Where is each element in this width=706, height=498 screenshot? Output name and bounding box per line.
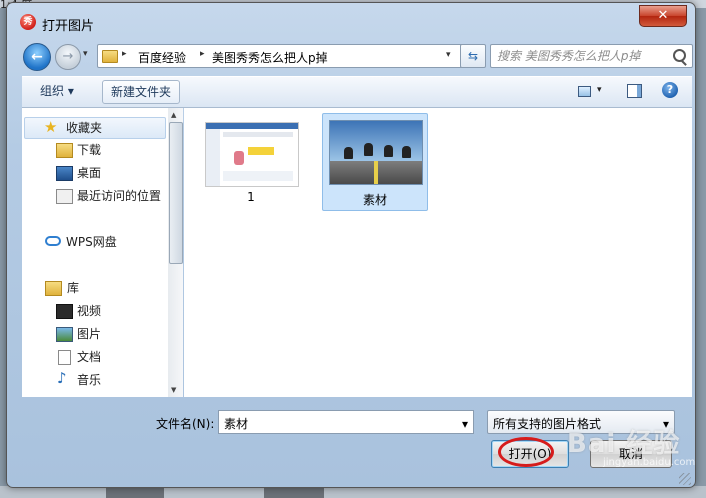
file-name: 素材: [362, 193, 387, 207]
search-box[interactable]: [490, 44, 693, 68]
folder-icon: [102, 50, 118, 63]
filename-dropdown-icon[interactable]: ▾: [462, 417, 468, 431]
sidebar-item-recent-places[interactable]: 最近访问的位置: [22, 185, 168, 207]
documents-icon: [58, 350, 71, 365]
sidebar-item-label: 桌面: [77, 166, 102, 180]
file-item-1[interactable]: 1: [199, 116, 303, 212]
sidebar-item-label: 最近访问的位置: [77, 189, 162, 203]
sidebar-item-music[interactable]: ♪ 音乐: [22, 369, 168, 391]
cloud-icon: [45, 236, 61, 246]
baidu-watermark-url: jingyan.baidu.com: [603, 457, 696, 468]
sidebar-item-label: WPS网盘: [66, 235, 117, 249]
sidebar-item-favorites[interactable]: ★ 收藏夹: [24, 117, 166, 139]
sidebar-item-pictures[interactable]: 图片: [22, 323, 168, 345]
star-icon: ★: [44, 118, 58, 136]
dialog-title: 打开图片: [42, 19, 95, 34]
video-icon: [56, 304, 73, 319]
command-toolbar: 组织 ▾ 新建文件夹 ▾ ?: [22, 76, 692, 108]
recent-places-icon: [56, 189, 73, 204]
address-dropdown-icon[interactable]: ▾: [446, 50, 451, 60]
open-image-dialog: 秀 打开图片 ✕ ← → ▾ ▸ 百度经验 ▸ 美图秀秀怎么把人p掉 ▾ ⇆ 组…: [6, 2, 696, 488]
sidebar-item-desktop[interactable]: 桌面: [22, 162, 168, 184]
sidebar-item-label: 音乐: [77, 373, 102, 387]
view-options-icon[interactable]: [578, 86, 591, 97]
library-icon: [45, 281, 62, 296]
file-item-sucai[interactable]: 素材: [322, 113, 428, 211]
scroll-up-icon[interactable]: ▲: [171, 111, 176, 119]
sidebar-item-libraries[interactable]: 库: [22, 277, 168, 299]
pictures-icon: [56, 327, 73, 342]
preview-pane-icon[interactable]: [627, 84, 642, 98]
file-list: 1 素材: [184, 108, 692, 397]
desktop-icon: [56, 166, 73, 181]
highlight-annotation: [498, 437, 554, 467]
baidu-watermark: Bai 经验: [567, 429, 681, 459]
breadcrumb-item[interactable]: 美图秀秀怎么把人p掉: [212, 49, 328, 66]
sidebar-item-videos[interactable]: 视频: [22, 300, 168, 322]
breadcrumb-separator[interactable]: ▸: [122, 49, 127, 59]
sidebar-item-label: 收藏夹: [66, 121, 103, 135]
breadcrumb-item[interactable]: 百度经验: [138, 49, 186, 66]
breadcrumb-separator[interactable]: ▸: [200, 49, 205, 59]
background-thumbnail: [106, 488, 164, 498]
sidebar-item-wps-cloud[interactable]: WPS网盘: [22, 231, 168, 253]
sidebar-item-label: 库: [67, 281, 80, 295]
back-button[interactable]: ←: [23, 43, 51, 71]
music-icon: ♪: [57, 369, 67, 387]
filename-label: 文件名(N):: [156, 417, 215, 431]
address-bar[interactable]: ▸ 百度经验 ▸ 美图秀秀怎么把人p掉 ▾: [97, 44, 463, 68]
scrollbar-thumb[interactable]: [169, 122, 183, 264]
sidebar-item-label: 下载: [77, 143, 102, 157]
navigation-scrollbar[interactable]: ▲ ▼: [168, 108, 183, 397]
refresh-button[interactable]: ⇆: [460, 44, 486, 68]
help-icon[interactable]: ?: [662, 82, 678, 98]
forward-button[interactable]: →: [55, 44, 81, 70]
sidebar-item-label: 图片: [77, 327, 102, 341]
scroll-down-icon[interactable]: ▼: [171, 386, 176, 394]
organize-button[interactable]: 组织 ▾: [32, 80, 82, 102]
sidebar-item-documents[interactable]: 文档: [22, 346, 168, 368]
sidebar-item-downloads[interactable]: 下载: [22, 139, 168, 161]
navigation-pane: ★ 收藏夹 下载 桌面 最近访问的位置 WPS网盘 库 视频 图片 文档 ♪ 音…: [22, 108, 169, 397]
filename-value[interactable]: 素材: [224, 415, 248, 432]
file-name: 1: [247, 190, 255, 204]
background-thumbnail: [264, 488, 324, 498]
search-icon[interactable]: [673, 49, 686, 62]
search-input[interactable]: [497, 48, 665, 64]
new-folder-button[interactable]: 新建文件夹: [102, 80, 181, 104]
resize-grip[interactable]: [679, 473, 691, 485]
download-folder-icon: [56, 143, 73, 158]
view-dropdown-icon[interactable]: ▾: [597, 85, 602, 95]
close-button[interactable]: ✕: [639, 5, 687, 27]
app-logo-icon: 秀: [20, 14, 36, 30]
file-thumbnail: [329, 120, 423, 185]
history-dropdown-icon[interactable]: ▾: [83, 49, 88, 59]
filename-input[interactable]: 素材 ▾: [218, 410, 474, 434]
sidebar-item-label: 视频: [77, 304, 102, 318]
file-thumbnail: [205, 122, 299, 187]
sidebar-item-label: 文档: [77, 350, 102, 364]
